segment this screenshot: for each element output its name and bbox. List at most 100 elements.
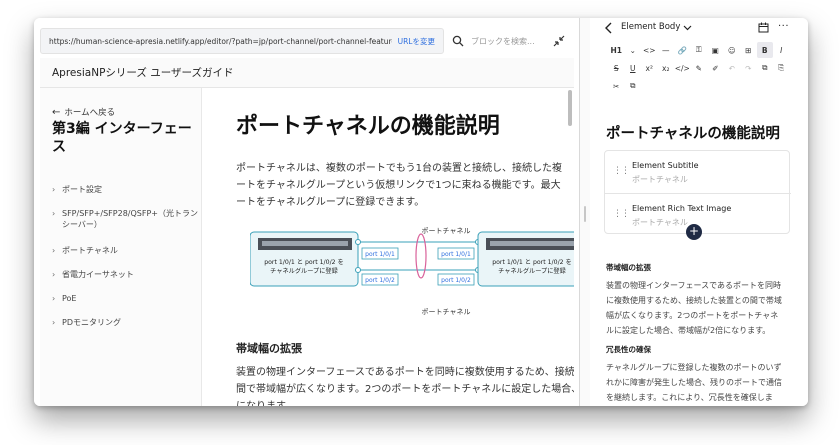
port-b-left-label: port 1/0/2 bbox=[365, 277, 395, 284]
left-switch-ports bbox=[262, 241, 348, 246]
pane-resize-handle[interactable] bbox=[580, 18, 590, 406]
toolbar-row: S U x² x₂ </> ✎ ✐ ↶ ↷ ⧉ ⎘ bbox=[608, 60, 798, 76]
divider-icon[interactable]: — bbox=[658, 42, 675, 58]
intro-line: ートをチャネルグループに登録できます。 bbox=[236, 197, 425, 208]
code-block-icon[interactable]: <> bbox=[641, 42, 658, 58]
intro-line: ートをチャネルグループという仮想リンクで1つに束ねる機能です。最大 bbox=[236, 180, 561, 191]
sidebar-item-label: ポートチャネル bbox=[62, 246, 118, 255]
editor-title[interactable]: ポートチャネルの機能説明 bbox=[606, 122, 780, 143]
rich-text-line: 装置の物理インターフェースであるポートを同時 bbox=[606, 281, 782, 290]
bold-icon[interactable]: B bbox=[756, 42, 773, 58]
block-placeholder: ポートチャネル bbox=[632, 175, 688, 184]
left-device-label-line1: port 1/0/1 と port 1/0/2 を bbox=[264, 259, 344, 266]
highlighter-icon[interactable]: ✐ bbox=[707, 60, 724, 76]
rich-text-line: チャネルグループに登録した複数のポートのいず bbox=[606, 363, 782, 372]
format-toolbar: H1 ⌄ <> — 🔗 ⚿ ▣ ☺ ⊞ B I S U x² x₂ </> ✎ … bbox=[608, 42, 798, 94]
link-2-left-dot bbox=[355, 267, 361, 273]
sidebar-item-label: SFP/SFP+/SFP28/QSFP+（光トラン シーバー） bbox=[62, 208, 198, 230]
sidebar-item-label: ポート設定 bbox=[62, 185, 102, 194]
chevron-left-icon[interactable] bbox=[604, 22, 614, 34]
port-channel-diagram: ポートチャネル ポートチャネル port 1/0/1 と port 1/0/2 … bbox=[250, 227, 574, 316]
right-switch-ports bbox=[490, 241, 574, 246]
url-bar[interactable]: https://human-science-apresia.netlify.ap… bbox=[40, 28, 444, 54]
rich-text-line: を継続します。これにより、冗長性を確保しま bbox=[606, 393, 773, 402]
key-icon[interactable]: ⚿ bbox=[691, 42, 708, 58]
inline-code-icon[interactable]: </> bbox=[674, 60, 691, 76]
sidebar-item-transceiver[interactable]: › SFP/SFP+/SFP28/QSFP+（光トラン シーバー） bbox=[52, 208, 200, 230]
heading-dropdown-icon[interactable]: ⌄ bbox=[625, 42, 642, 58]
block-placeholder: ポートチャネル bbox=[632, 218, 688, 227]
italic-icon[interactable]: I bbox=[773, 42, 790, 58]
undo-icon[interactable]: ↶ bbox=[724, 60, 741, 76]
rich-text-heading: 帯域幅の拡張 bbox=[606, 263, 651, 272]
block-search-input[interactable]: ブロックを検索... bbox=[452, 28, 544, 54]
image-icon[interactable]: ▣ bbox=[707, 42, 724, 58]
copy-icon[interactable]: ⧉ bbox=[757, 60, 774, 76]
back-home-label: ホームへ戻る bbox=[64, 108, 116, 118]
scrollbar-thumb[interactable] bbox=[568, 90, 572, 126]
diagram-top-label: ポートチャネル bbox=[422, 227, 471, 235]
duplicate-icon[interactable]: ⧉ bbox=[625, 78, 642, 94]
paste-icon[interactable]: ⎘ bbox=[773, 60, 790, 76]
right-device-label-line1: port 1/0/1 と port 1/0/2 を bbox=[492, 259, 572, 266]
emoji-icon[interactable]: ☺ bbox=[724, 42, 741, 58]
list-item[interactable]: ⋮⋮ Element Subtitle ポートチャネル bbox=[605, 151, 791, 193]
page-title: ポートチャネルの機能説明 bbox=[236, 114, 500, 139]
sidebar-item-eee[interactable]: › 省電力イーサネット bbox=[52, 269, 200, 280]
article-content: ポートチャネルの機能説明 ポートチャネルは、複数のポートでもう1台の装置と接続し… bbox=[202, 88, 574, 406]
chapter-title-line2: ス bbox=[52, 139, 66, 155]
sidebar-item-poe[interactable]: › PoE bbox=[52, 293, 200, 304]
change-url-link[interactable]: URLを変更 bbox=[398, 36, 435, 47]
back-home-link[interactable]: ← ホームへ戻る bbox=[52, 106, 116, 119]
sidebar: ← ホームへ戻る 第3編 インターフェー ス › ポート設定 › SFP/SFP+/… bbox=[40, 88, 202, 406]
search-icon bbox=[452, 35, 464, 47]
heading-level-button[interactable]: H1 bbox=[608, 42, 625, 58]
more-options-icon[interactable]: ··· bbox=[778, 21, 789, 32]
add-block-button[interactable]: + bbox=[686, 224, 702, 240]
arrow-left-icon: ← bbox=[52, 106, 61, 118]
section-line: 装置の物理インターフェースであるポートを同時に複数使用するため、接続した bbox=[236, 367, 574, 378]
sidebar-item-label: 省電力イーサネット bbox=[62, 270, 134, 279]
sidebar-item-port-settings[interactable]: › ポート設定 bbox=[52, 184, 200, 195]
calendar-icon[interactable] bbox=[758, 22, 769, 33]
port-a-right-label: port 1/0/1 bbox=[441, 251, 471, 258]
editor-panel: Element Body ··· H1 ⌄ <> — 🔗 ⚿ ▣ ☺ ⊞ B I… bbox=[590, 18, 808, 406]
app-window: https://human-science-apresia.netlify.ap… bbox=[34, 18, 808, 406]
strikethrough-icon[interactable]: S bbox=[608, 60, 625, 76]
rich-text-line: れかに障害が発生した場合、残りのポートで通信 bbox=[606, 378, 782, 387]
rich-text-heading: 冗長性の確保 bbox=[606, 345, 651, 354]
drag-handle-icon[interactable]: ⋮⋮ bbox=[613, 209, 630, 219]
sidebar-item-port-channel[interactable]: › ポートチャネル bbox=[52, 245, 200, 256]
editor-header: Element Body ··· bbox=[590, 18, 808, 38]
sidebar-item-pd-monitoring[interactable]: › PDモニタリング bbox=[52, 317, 200, 328]
link-icon[interactable]: 🔗 bbox=[674, 42, 691, 58]
block-name: Element Subtitle bbox=[632, 161, 699, 170]
collapse-icon[interactable] bbox=[552, 34, 566, 48]
section-heading: 帯域幅の拡張 bbox=[236, 342, 302, 355]
rich-text-body[interactable]: 帯域幅の拡張 装置の物理インターフェースであるポートを同時 に複数使用するため、… bbox=[606, 260, 790, 406]
redo-icon[interactable]: ↷ bbox=[740, 60, 757, 76]
table-icon[interactable]: ⊞ bbox=[740, 42, 757, 58]
chevron-right-icon: › bbox=[52, 185, 56, 194]
chevron-right-icon: › bbox=[52, 318, 56, 327]
rich-text-line: 幅が広くなります。2つのポートをポートチャネ bbox=[606, 311, 779, 320]
chevron-down-icon[interactable] bbox=[683, 23, 692, 32]
rich-text-line: す。 bbox=[606, 405, 790, 406]
rich-text-line: に複数使用するため、接続した装置との間で帯域 bbox=[606, 296, 782, 305]
underline-icon[interactable]: U bbox=[625, 60, 642, 76]
search-placeholder: ブロックを検索... bbox=[471, 36, 535, 46]
cut-icon[interactable]: ✂ bbox=[608, 78, 625, 94]
drag-handle-icon[interactable]: ⋮⋮ bbox=[613, 166, 630, 176]
site-title[interactable]: ApresiaNPシリーズ ユーザーズガイド bbox=[52, 65, 233, 80]
section-paragraph: 装置の物理インターフェースであるポートを同時に複数使用するため、接続した 間で帯… bbox=[236, 364, 574, 406]
element-type-label[interactable]: Element Body bbox=[621, 22, 680, 32]
sidebar-item-label-line2: シーバー） bbox=[62, 220, 102, 229]
subscript-icon[interactable]: x₂ bbox=[658, 60, 675, 76]
pen-icon[interactable]: ✎ bbox=[691, 60, 708, 76]
chapter-title: 第3編 インターフェー ス bbox=[52, 120, 200, 156]
intro-line: ポートチャネルは、複数のポートでもう1台の装置と接続し、接続した複 bbox=[236, 163, 562, 174]
link-1-left-dot bbox=[355, 239, 361, 245]
element-block-list: ⋮⋮ Element Subtitle ポートチャネル ⋮⋮ Element R… bbox=[604, 150, 791, 234]
section-line: 間で帯域幅が広くなります。2つのポートをポートチャネルに設定した場合、帯域 bbox=[236, 384, 574, 395]
superscript-icon[interactable]: x² bbox=[641, 60, 658, 76]
